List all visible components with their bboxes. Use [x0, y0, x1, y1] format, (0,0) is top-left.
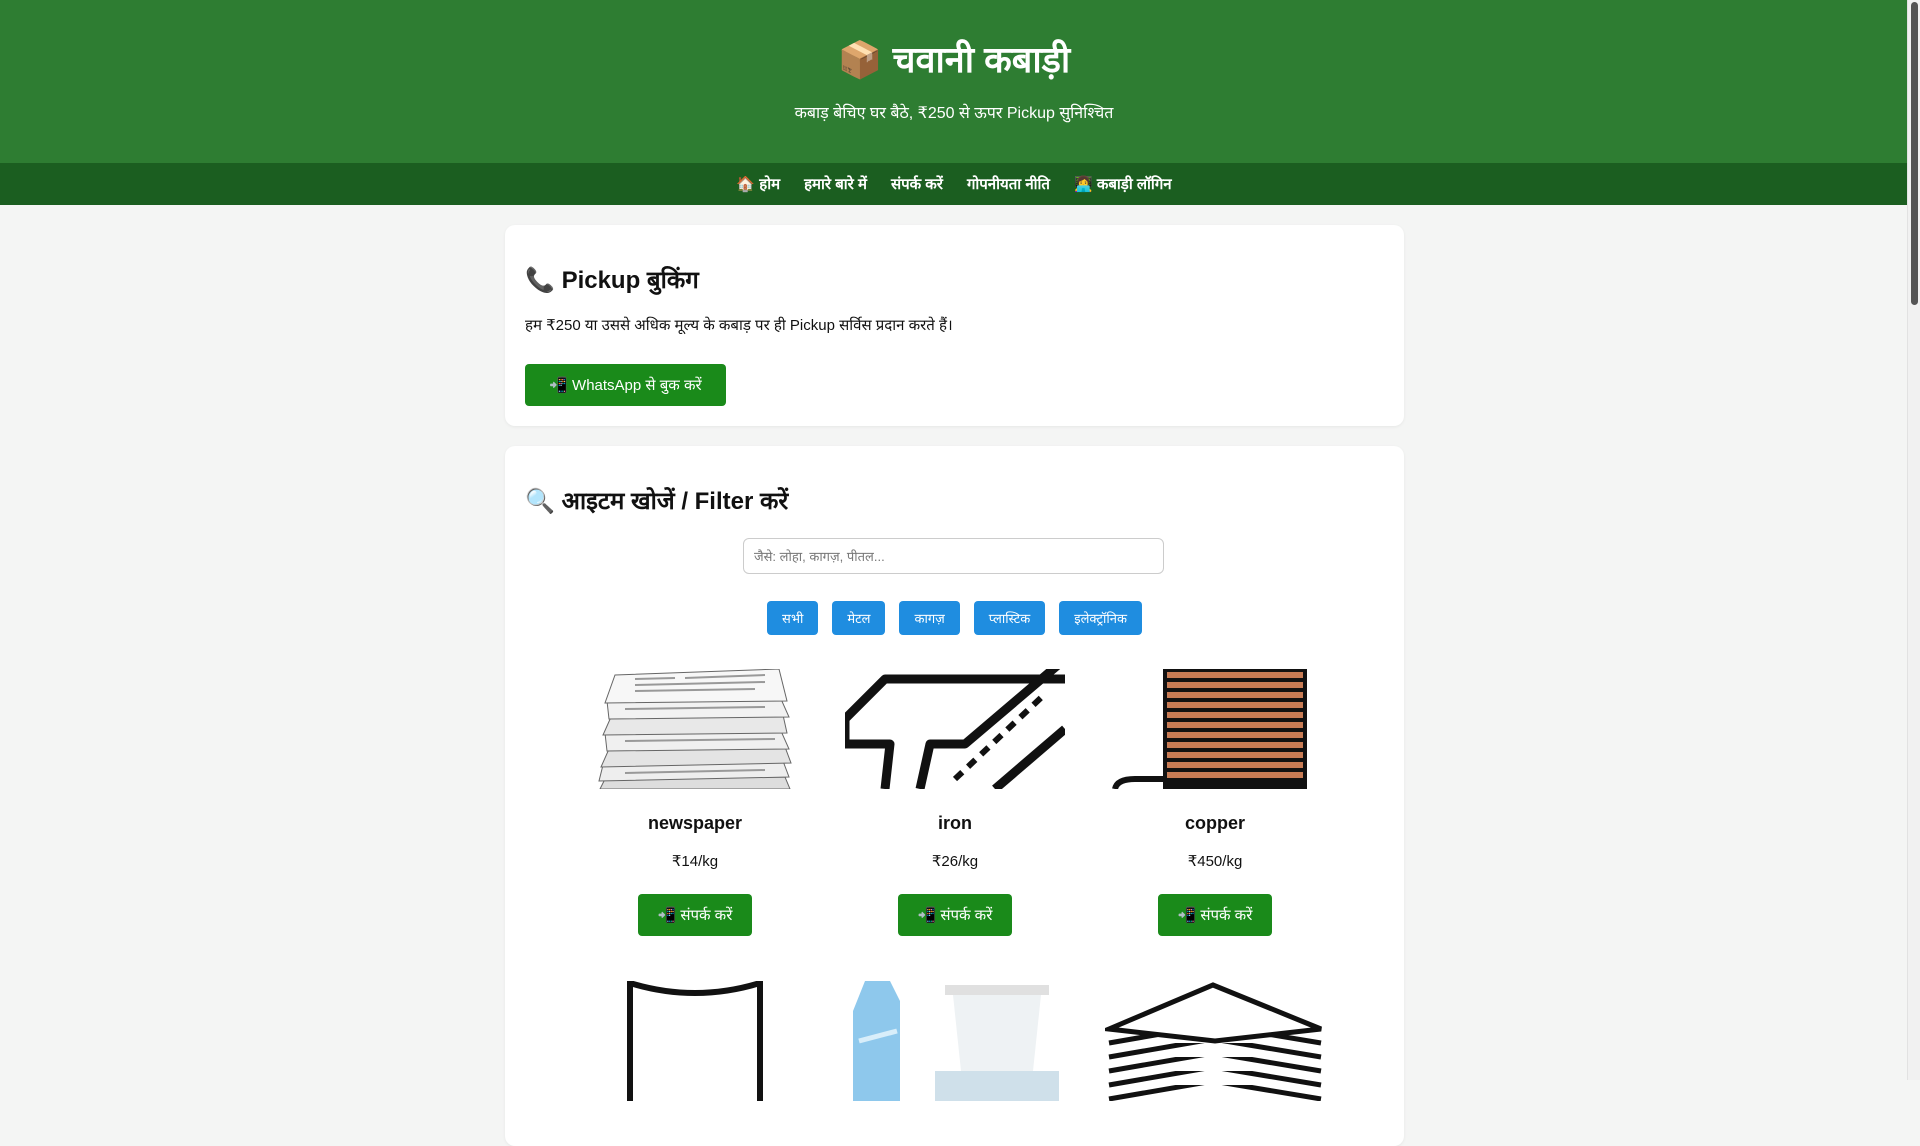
main-nav: 🏠 होम हमारे बारे में संपर्क करें गोपनीयत…	[0, 163, 1908, 205]
item-price: ₹14/kg	[671, 853, 719, 870]
item-name: newspaper	[647, 813, 743, 833]
paper-stack-image	[1105, 981, 1325, 1101]
item-contact-label: संपर्क करें	[680, 907, 733, 924]
house-icon: 🏠	[736, 176, 756, 193]
nav-contact-link[interactable]: संपर्क करें	[891, 170, 943, 198]
telephone-icon: 📞	[525, 267, 555, 294]
plastic-containers-image	[845, 981, 1065, 1101]
nav-home-link[interactable]: 🏠 होम	[736, 170, 780, 198]
item-card-iron: iron ₹26/kg 📲 संपर्क करें	[835, 669, 1075, 936]
filter-paper-button[interactable]: कागज़	[899, 601, 960, 635]
filter-plastic-button[interactable]: प्लास्टिक	[973, 601, 1046, 635]
cylinder-can-image	[585, 981, 805, 1101]
item-card-copper: copper ₹450/kg 📲 संपर्क करें	[1095, 669, 1335, 936]
iron-beam-image	[845, 669, 1065, 789]
page-scrollbar[interactable]	[1907, 0, 1920, 1080]
site-subtitle: कबाड़ बेचिए घर बैठे, ₹250 से ऊपर Pickup …	[794, 105, 1114, 122]
pickup-booking-heading: 📞 Pickup बुकिंग	[525, 263, 699, 296]
pickup-booking-title: Pickup बुकिंग	[561, 267, 699, 294]
item-filter-title: आइटम खोजें / Filter करें	[561, 488, 789, 515]
item-contact-button[interactable]: 📲 संपर्क करें	[1157, 894, 1273, 936]
nav-about-link[interactable]: हमारे बारे में	[804, 170, 867, 198]
magnifier-icon: 🔍	[525, 488, 555, 515]
item-name: copper	[1184, 813, 1245, 833]
nav-login-link[interactable]: 👩‍💻 कबाड़ी लॉगिन	[1074, 170, 1172, 198]
item-card-row2-3	[1095, 981, 1335, 1101]
whatsapp-book-label: WhatsApp से बुक करें	[572, 377, 702, 394]
item-card-row2-2	[835, 981, 1075, 1101]
site-header: 📦 चवानी कबाड़ी कबाड़ बेचिए घर बैठे, ₹250…	[0, 0, 1908, 163]
technologist-icon: 👩‍💻	[1073, 176, 1093, 193]
nav-home-label: होम	[759, 176, 781, 193]
mobile-arrow-icon: 📲	[1177, 907, 1197, 924]
item-price: ₹26/kg	[931, 853, 979, 870]
mobile-arrow-icon: 📲	[549, 377, 569, 394]
scrollbar-thumb[interactable]	[1911, 2, 1918, 305]
item-filter-card: 🔍 आइटम खोजें / Filter करें सभी मेटल कागज…	[505, 446, 1404, 1146]
mobile-arrow-icon: 📲	[917, 907, 937, 924]
item-contact-button[interactable]: 📲 संपर्क करें	[897, 894, 1013, 936]
pickup-booking-card: 📞 Pickup बुकिंग हम ₹250 या उससे अधिक मूल…	[505, 225, 1404, 426]
pickup-booking-description: हम ₹250 या उससे अधिक मूल्य के कबाड़ पर ह…	[525, 317, 953, 334]
newspaper-image	[585, 669, 805, 789]
whatsapp-book-button[interactable]: 📲 WhatsApp से बुक करें	[525, 364, 726, 406]
item-search-input[interactable]	[743, 538, 1164, 574]
item-filter-heading: 🔍 आइटम खोजें / Filter करें	[525, 484, 788, 517]
filter-electronic-button[interactable]: इलेक्ट्रॉनिक	[1059, 601, 1142, 635]
item-contact-label: संपर्क करें	[940, 907, 993, 924]
item-price: ₹450/kg	[1187, 853, 1243, 870]
mobile-arrow-icon: 📲	[657, 907, 677, 924]
item-contact-label: संपर्क करें	[1200, 907, 1253, 924]
copper-coil-image	[1105, 669, 1325, 789]
item-card-newspaper: newspaper ₹14/kg 📲 संपर्क करें	[575, 669, 815, 936]
filter-metal-button[interactable]: मेटल	[832, 601, 886, 635]
filter-all-button[interactable]: सभी	[767, 601, 819, 635]
nav-login-label: कबाड़ी लॉगिन	[1096, 176, 1172, 193]
nav-privacy-link[interactable]: गोपनीयता नीति	[967, 170, 1050, 198]
filter-buttons: सभी मेटल कागज़ प्लास्टिक इलेक्ट्रॉनिक	[505, 601, 1404, 635]
item-contact-button[interactable]: 📲 संपर्क करें	[637, 894, 753, 936]
package-icon: 📦	[837, 39, 883, 80]
item-card-row2-1	[575, 981, 815, 1101]
site-title: 📦 चवानी कबाड़ी	[0, 38, 1908, 82]
item-name: iron	[938, 813, 972, 833]
site-title-text: चवानी कबाड़ी	[892, 39, 1071, 80]
